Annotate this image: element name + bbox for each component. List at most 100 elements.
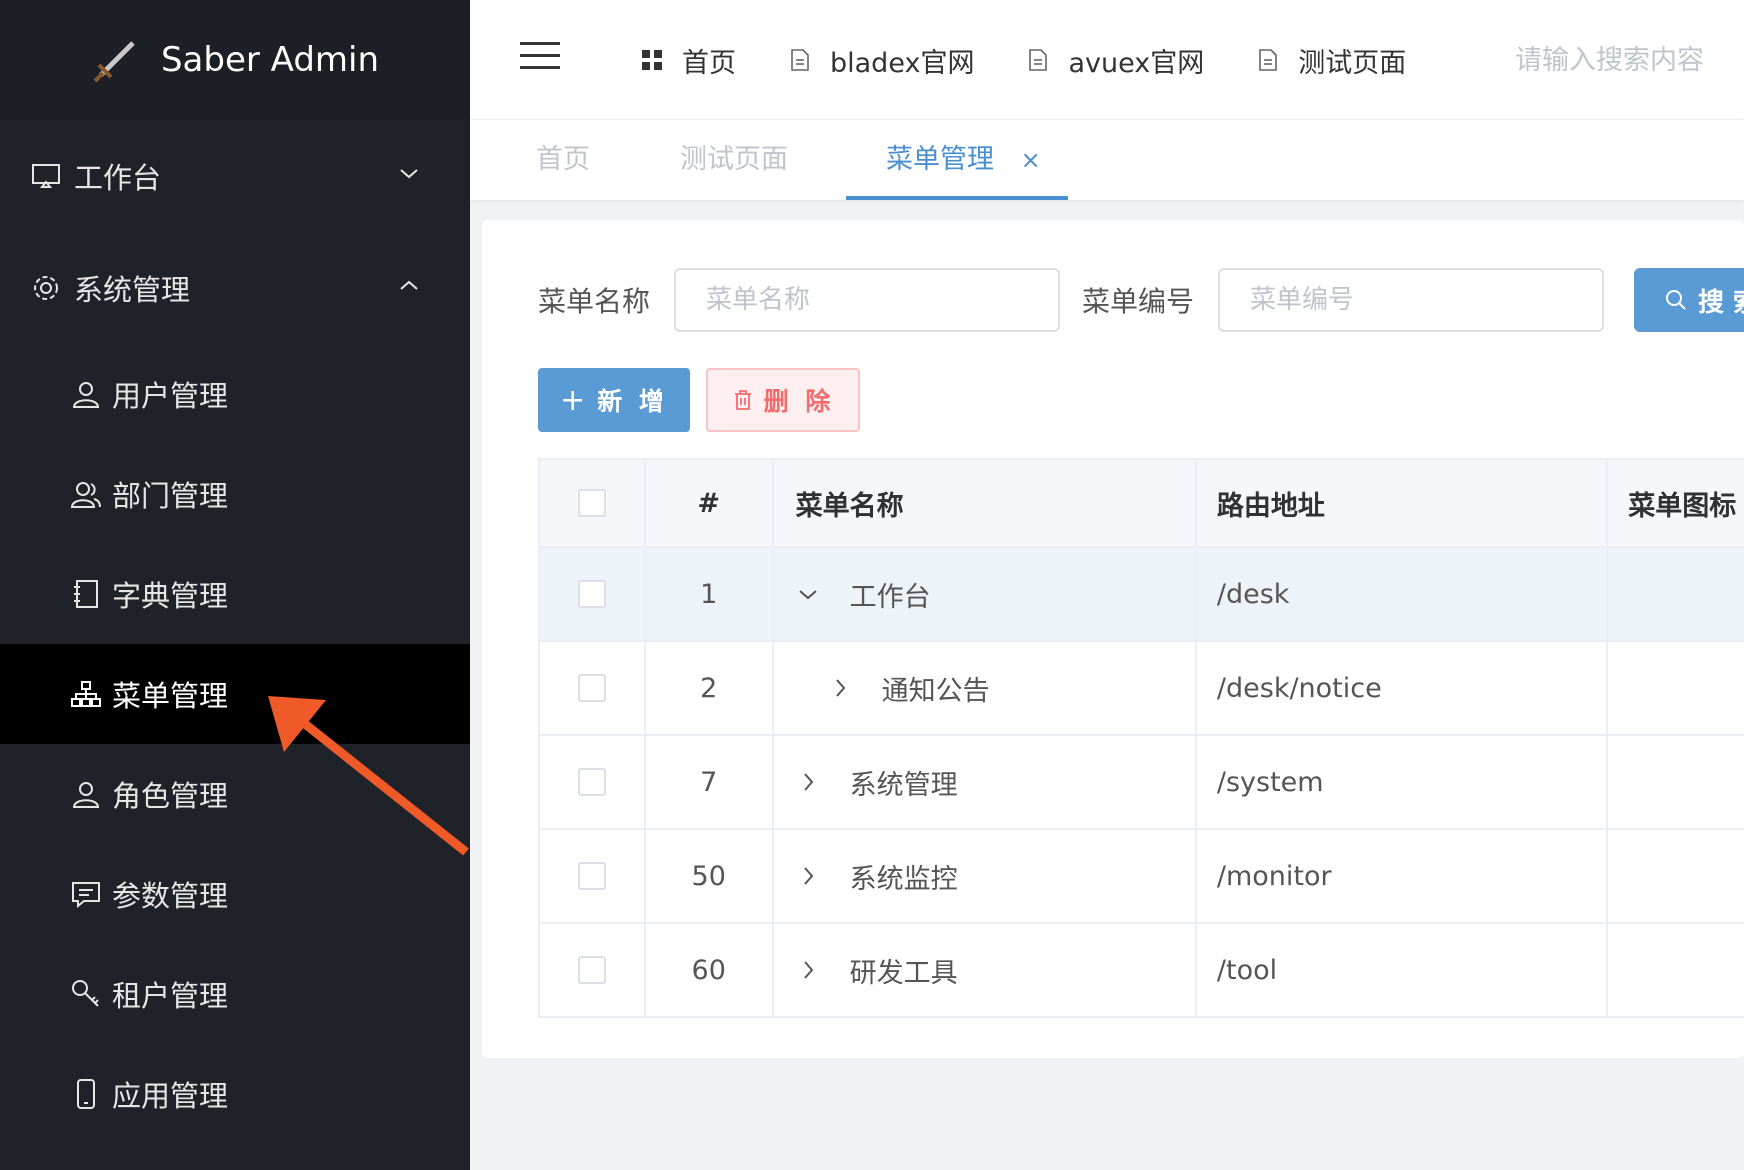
users-icon <box>70 482 101 508</box>
table-row[interactable]: 1 工作台 /desk <box>540 548 1744 642</box>
row-checkbox-cell <box>540 736 646 828</box>
row-icon-cell <box>1608 548 1744 640</box>
top-nav-avuex[interactable]: avuex官网 <box>1026 41 1204 80</box>
sidebar-item-label: 租户管理 <box>112 979 229 1013</box>
monitor-icon <box>32 164 60 188</box>
table-row[interactable]: 60 研发工具 /tool <box>540 924 1744 1018</box>
row-name-cell: 研发工具 <box>774 924 1197 1016</box>
search-button[interactable]: 搜 索 <box>1634 268 1744 332</box>
tab-menu-management[interactable]: 菜单管理 × <box>846 120 1068 200</box>
row-index: 50 <box>646 830 774 922</box>
chevron-down-icon <box>400 169 418 179</box>
row-icon-cell <box>1608 736 1744 828</box>
top-bar: 首页 bladex官网 avuex官网 测试页面 请输入搜索内容 <box>470 0 1744 120</box>
sidebar-item-app[interactable]: 应用管理 <box>0 1044 470 1144</box>
sidebar-group-label: 系统管理 <box>74 273 191 307</box>
row-icon-cell <box>1608 642 1744 734</box>
sidebar-group-desk[interactable]: 工作台 <box>0 120 470 232</box>
sidebar-item-dept[interactable]: 部门管理 <box>0 444 470 544</box>
top-nav-label: avuex官网 <box>1068 47 1205 79</box>
row-path: /monitor <box>1197 830 1609 922</box>
tab-label: 菜单管理 <box>886 144 994 175</box>
grid-icon <box>642 50 662 70</box>
row-name-cell: 通知公告 <box>774 642 1197 734</box>
sidebar-item-tenant[interactable]: 租户管理 <box>0 944 470 1044</box>
sidebar-item-label: 菜单管理 <box>112 679 229 713</box>
row-checkbox-cell <box>540 924 646 1016</box>
main-area: 首页 bladex官网 avuex官网 测试页面 请输入搜索内容 首页 测试页面… <box>470 0 1744 1170</box>
row-checkbox[interactable] <box>577 674 606 702</box>
header-path: 路由地址 <box>1197 460 1609 546</box>
header-icon: 菜单图标 <box>1628 490 1737 522</box>
chevron-right-icon[interactable] <box>796 958 820 982</box>
table-row[interactable]: 7 系统管理 /system <box>540 736 1744 830</box>
content-card: 菜单名称 菜单名称 菜单编号 菜单编号 搜 索 + 新 增 删 除 <box>482 220 1744 1058</box>
tab-home[interactable]: 首页 <box>536 120 590 200</box>
tab-label: 首页 <box>536 144 590 175</box>
top-nav-bladex[interactable]: bladex官网 <box>788 41 974 80</box>
select-all-checkbox[interactable] <box>577 489 606 517</box>
top-nav-label: 首页 <box>682 47 736 79</box>
sidebar-item-user[interactable]: 用户管理 <box>0 344 470 444</box>
table-row[interactable]: 50 系统监控 /monitor <box>540 830 1744 924</box>
plus-icon: + <box>560 382 590 418</box>
row-path: /tool <box>1197 924 1609 1016</box>
key-icon <box>72 980 99 1007</box>
menu-name-input[interactable]: 菜单名称 <box>674 268 1061 332</box>
document-icon <box>1259 49 1278 71</box>
row-icon-cell <box>1608 924 1744 1016</box>
sidebar: Saber Admin 工作台 系统管理 用户管理 部门管理 字典管理 菜单管理… <box>0 0 470 1170</box>
add-button[interactable]: + 新 增 <box>538 368 690 432</box>
sidebar-item-dict[interactable]: 字典管理 <box>0 544 470 644</box>
row-path: /desk/notice <box>1197 642 1609 734</box>
row-checkbox[interactable] <box>577 956 606 984</box>
row-checkbox[interactable] <box>577 768 606 796</box>
chevron-down-icon[interactable] <box>796 582 820 606</box>
add-button-label: 新 增 <box>597 387 668 416</box>
sword-icon <box>93 41 135 83</box>
tab-label: 测试页面 <box>680 144 788 175</box>
row-checkbox[interactable] <box>577 862 606 890</box>
phone-icon <box>77 1079 95 1109</box>
row-index: 1 <box>646 548 774 640</box>
menu-code-input[interactable]: 菜单编号 <box>1218 268 1605 332</box>
tab-close-icon[interactable]: × <box>1021 146 1041 174</box>
chevron-right-icon[interactable] <box>796 864 820 888</box>
document-icon <box>791 49 809 71</box>
sidebar-group-system[interactable]: 系统管理 <box>0 232 470 344</box>
delete-button[interactable]: 删 除 <box>706 368 860 432</box>
chat-icon <box>72 882 100 909</box>
hierarchy-icon <box>71 681 101 707</box>
search-button-label: 搜 索 <box>1698 287 1744 318</box>
table-header: # 菜单名称 路由地址 菜单图标 <box>540 460 1744 548</box>
row-index: 7 <box>646 736 774 828</box>
chevron-right-icon[interactable] <box>828 676 852 700</box>
table-row[interactable]: 2 通知公告 /desk/notice <box>540 642 1744 736</box>
top-nav-label: bladex官网 <box>830 47 975 79</box>
row-name: 系统管理 <box>849 769 958 801</box>
sidebar-item-label: 参数管理 <box>112 879 229 913</box>
row-name: 通知公告 <box>881 675 990 707</box>
app-logo[interactable]: Saber Admin <box>0 0 470 120</box>
top-nav-test[interactable]: 测试页面 <box>1256 41 1406 80</box>
chevron-right-icon[interactable] <box>796 770 820 794</box>
row-path: /desk <box>1197 548 1609 640</box>
hamburger-menu-icon[interactable] <box>520 42 560 70</box>
header-checkbox-cell <box>540 460 646 546</box>
header-index: # <box>646 460 774 546</box>
row-checkbox-cell <box>540 830 646 922</box>
sidebar-item-label: 部门管理 <box>112 479 229 513</box>
user-icon <box>72 782 100 808</box>
row-checkbox[interactable] <box>577 580 606 608</box>
app-title: Saber Admin <box>160 40 380 80</box>
gear-icon <box>34 276 58 300</box>
search-icon <box>1666 290 1686 310</box>
sidebar-item-label: 角色管理 <box>112 779 229 813</box>
global-search-input[interactable]: 请输入搜索内容 <box>1484 38 1704 77</box>
row-name-cell: 工作台 <box>774 548 1197 640</box>
sidebar-item-label: 字典管理 <box>112 579 229 613</box>
chevron-up-icon <box>400 280 418 290</box>
tab-test-page[interactable]: 测试页面 <box>680 120 788 200</box>
top-nav-home[interactable]: 首页 <box>640 41 736 80</box>
sidebar-group-label: 工作台 <box>74 161 162 195</box>
